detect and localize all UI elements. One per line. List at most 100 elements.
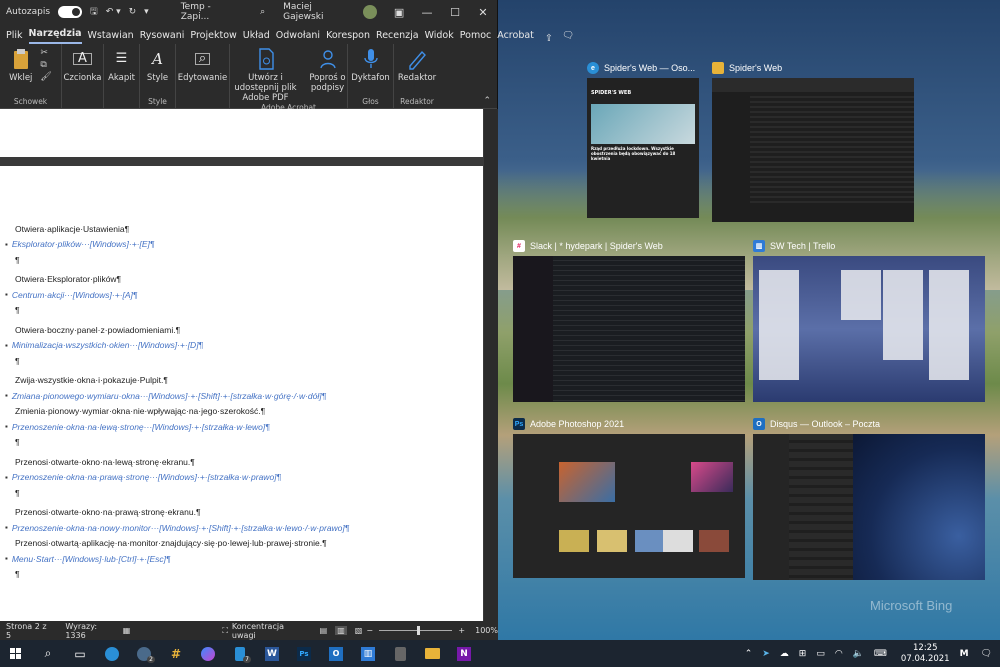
page-previous[interactable] (0, 109, 483, 157)
taskbar-outlook[interactable]: O (320, 640, 352, 667)
create-pdf-button[interactable]: Utwórz i udostępnij plik Adobe PDF (231, 48, 301, 103)
tab-uklad[interactable]: Układ (243, 30, 270, 44)
telegram-icon[interactable]: ➤ (762, 649, 770, 659)
collapse-ribbon-icon[interactable]: ⌃ (483, 96, 491, 106)
paragraph-button[interactable]: ☰ Akapit (108, 48, 135, 83)
minimize-button[interactable]: — (413, 6, 441, 19)
onedrive-icon[interactable]: ☁ (780, 649, 789, 659)
taskview-window-explorer[interactable]: Spider's Web (712, 60, 916, 225)
ribbon: Wklej ✂ ⧉ 🖌 Schowek A Czcionka ☰ Akapit (0, 44, 497, 112)
taskbar-slack[interactable]: # (160, 640, 192, 667)
dictate-button[interactable]: Dyktafon (351, 48, 390, 83)
share-icon[interactable]: ⇪ (542, 33, 556, 44)
taskview-window-outlook[interactable]: O Disqus — Outlook – Poczta (753, 416, 985, 582)
word-window[interactable]: Autozapis 🖫 ↶ ▾ ↻ ▾ Temp - Zapi... ⌕ Mac… (0, 0, 574, 640)
web-layout-icon[interactable]: ▧ (355, 626, 363, 635)
vertical-scrollbar[interactable] (484, 109, 498, 621)
search-icon[interactable]: ⌕ (32, 640, 64, 667)
taskview-window-slack[interactable]: # Slack | * hydepark | Spider's Web (513, 238, 745, 406)
shortcut-heading[interactable]: Zmiana·pionowego·wymiaru·okna···[Windows… (5, 388, 483, 404)
volume-icon[interactable]: 🔈 (853, 649, 864, 659)
task-view-icon[interactable]: ▭ (64, 640, 96, 667)
autosave-toggle[interactable] (58, 6, 83, 18)
taskview-window-photoshop[interactable]: Ps Adobe Photoshop 2021 (513, 416, 745, 582)
wifi-icon[interactable]: ◠ (835, 649, 843, 659)
start-button[interactable] (0, 640, 32, 667)
tab-odwolania[interactable]: Odwołani (276, 30, 320, 44)
microphone-icon (360, 48, 382, 70)
taskbar-photoshop[interactable]: Ps (288, 640, 320, 667)
shortcut-heading[interactable]: Przenoszenie·okna·na·lewą·stronę···[Wind… (5, 419, 483, 435)
keyboard-icon[interactable]: ⌨ (874, 649, 887, 659)
taskbar-explorer[interactable]: 7 (224, 640, 256, 667)
tab-recenzja[interactable]: Recenzja (376, 30, 419, 44)
tab-widok[interactable]: Widok (425, 30, 454, 44)
taskbar-calculator[interactable] (384, 640, 416, 667)
close-button[interactable]: ✕ (469, 6, 497, 19)
print-layout-icon[interactable]: ▥ (335, 626, 347, 635)
shortcut-heading[interactable]: Przenoszenie·okna·na·nowy·monitor···[Win… (5, 520, 483, 536)
focus-mode-label[interactable]: Koncentracja uwagi (232, 622, 306, 640)
proofing-icon[interactable]: ▦ (123, 626, 131, 635)
undo-icon[interactable]: ↶ ▾ (106, 7, 121, 17)
taskbar-file-explorer[interactable] (416, 640, 448, 667)
taskbar-onenote[interactable]: N (448, 640, 480, 667)
focus-icon[interactable]: ⛶ (222, 626, 228, 636)
editor-button[interactable]: Redaktor (398, 48, 436, 83)
taskbar-edge-2[interactable]: 2 (128, 640, 160, 667)
shortcut-heading[interactable]: Eksplorator·plików···[Windows]·+·[E]¶ (5, 237, 483, 253)
read-mode-icon[interactable]: ▤ (320, 626, 328, 635)
word-titlebar[interactable]: Autozapis 🖫 ↶ ▾ ↻ ▾ Temp - Zapi... ⌕ Mac… (0, 0, 497, 24)
clock[interactable]: 12:25 07.04.2021 (901, 643, 950, 665)
tab-korespondencja[interactable]: Korespon (326, 30, 370, 44)
taskview-window-trello[interactable]: ▥ SW Tech | Trello (753, 238, 985, 406)
taskbar-trello[interactable]: ▥ (352, 640, 384, 667)
editing-button[interactable]: ⌕ Edytowanie (178, 48, 227, 83)
zoom-in-icon[interactable]: + (458, 626, 465, 635)
zoom-level[interactable]: 100% (475, 626, 498, 635)
request-signatures-button[interactable]: Poproś o podpisy (309, 48, 347, 93)
notifications-icon[interactable]: 🗨 (981, 649, 992, 659)
battery-icon[interactable]: ▭ (816, 649, 825, 659)
shortcut-heading[interactable]: Przenoszenie·okna·na·prawą·stronę···[Win… (5, 470, 483, 486)
style-button[interactable]: A Style (147, 48, 169, 84)
shortcut-heading[interactable]: Minimalizacja·wszystkich·okien···[Window… (5, 338, 483, 354)
comments-icon[interactable]: 🗨 (562, 30, 574, 44)
tab-plik[interactable]: Plik (6, 30, 23, 44)
media-app-icon[interactable]: M (960, 649, 969, 659)
taskbar-edge[interactable] (96, 640, 128, 667)
shortcut-heading[interactable]: Menu·Start···[Windows]·lub·[Ctrl]·+·[Esc… (5, 551, 483, 567)
format-painter-icon[interactable]: 🖌 (40, 72, 51, 82)
taskview-window-edge[interactable]: e Spider's Web — Oso... SPIDER'S WEB Rząd… (587, 60, 703, 225)
cut-icon[interactable]: ✂ (40, 48, 51, 58)
network-icon[interactable]: ⊞ (799, 649, 807, 659)
zoom-slider[interactable] (379, 626, 453, 635)
search-icon[interactable]: ⌕ (260, 7, 265, 17)
word-count[interactable]: Wyrazy: 1336 (65, 622, 116, 640)
page-current[interactable]: Otwiera·aplikacje·Ustawienia¶ Eksplorator… (0, 166, 483, 621)
tab-pomoc[interactable]: Pomoc (460, 30, 492, 44)
maximize-button[interactable]: ☐ (441, 6, 469, 19)
paste-button[interactable]: Wklej (9, 48, 32, 83)
font-button[interactable]: A Czcionka (64, 48, 102, 83)
save-icon[interactable]: 🖫 (90, 4, 98, 20)
tab-acrobat[interactable]: Acrobat (497, 30, 534, 44)
copy-icon[interactable]: ⧉ (40, 60, 51, 70)
tab-rysowanie[interactable]: Rysowani (140, 30, 185, 44)
user-name[interactable]: Maciej Gajewski (283, 2, 355, 22)
tab-narzedzia[interactable]: Narzędzia (28, 28, 82, 44)
document-area[interactable]: Otwiera·aplikacje·Ustawienia¶ Eksplorator… (0, 109, 498, 621)
tab-wstawianie[interactable]: Wstawian (88, 30, 134, 44)
avatar[interactable] (363, 5, 378, 19)
shortcut-heading[interactable]: Centrum·akcji···[Windows]·+·[A]¶ (5, 287, 483, 303)
taskbar-messenger[interactable] (192, 640, 224, 667)
show-hidden-icons-icon[interactable]: ⌃ (745, 649, 753, 659)
zoom-slider-thumb[interactable] (417, 626, 421, 635)
tab-projektowanie[interactable]: Projektow (190, 30, 236, 44)
customize-qat-icon[interactable]: ▾ (144, 7, 149, 17)
ribbon-display-icon[interactable]: ▣ (385, 6, 413, 19)
redo-icon[interactable]: ↻ (129, 7, 137, 17)
zoom-out-icon[interactable]: − (366, 626, 373, 635)
page-counter[interactable]: Strona 2 z 5 (6, 622, 51, 640)
taskbar-word[interactable]: W (256, 640, 288, 667)
